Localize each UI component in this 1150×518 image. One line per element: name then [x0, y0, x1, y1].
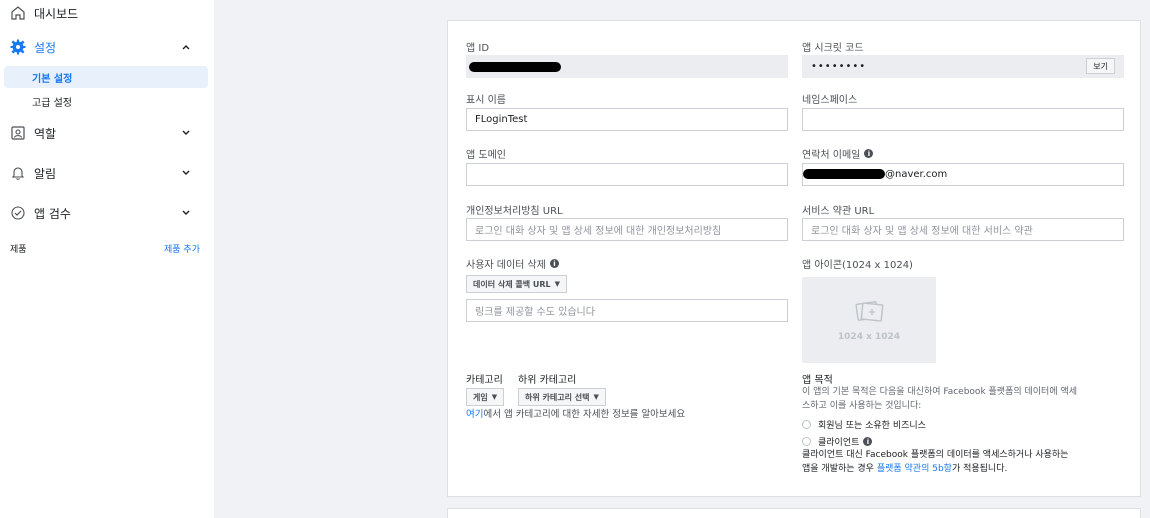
app-secret-field[interactable]: •••••••• 보기 — [802, 55, 1124, 78]
user-badge-icon — [8, 123, 28, 143]
sidebar-item-settings[interactable]: 설정 — [0, 36, 214, 58]
redacted-mask — [803, 169, 885, 179]
check-shield-icon — [8, 203, 28, 223]
app-icon-label: 앱 아이콘(1024 x 1024) — [802, 260, 913, 271]
products-label: 제품 — [10, 245, 27, 255]
image-upload-icon — [855, 301, 884, 322]
caret-down-icon: ▼ — [554, 280, 561, 288]
privacy-url-input[interactable]: 로그인 대화 상자 및 앱 상세 정보에 대한 개인정보처리방침 — [466, 218, 788, 241]
sidebar-item-advanced-settings[interactable]: 고급 설정 — [4, 90, 208, 112]
category-help-link[interactable]: 여기 — [466, 409, 483, 420]
subcategory-label: 하위 카테고리 — [518, 375, 577, 386]
chevron-down-icon — [180, 167, 192, 179]
app-domain-label: 앱 도메인 — [466, 150, 506, 161]
chevron-down-icon — [180, 207, 192, 219]
app-icon-upload[interactable]: 1024 x 1024 — [802, 277, 936, 363]
purpose-option-clients[interactable]: 클라이언트 i — [802, 435, 873, 448]
sidebar-item-basic-settings[interactable]: 기본 설정 — [4, 66, 208, 88]
tos-url-label: 서비스 약관 URL — [802, 206, 875, 217]
info-icon[interactable]: i — [549, 259, 559, 268]
caret-down-icon: ▼ — [491, 393, 498, 401]
app-id-label: 앱 ID — [466, 43, 490, 54]
platform-terms-link[interactable]: 플랫폼 약관의 5b항 — [877, 464, 952, 474]
chevron-up-icon — [180, 41, 192, 53]
info-icon[interactable]: i — [864, 149, 874, 158]
sidebar-item-dashboard[interactable]: 대시보드 — [0, 2, 214, 24]
category-label: 카테고리 — [466, 375, 503, 386]
redacted-mask — [469, 62, 561, 72]
home-icon — [8, 3, 28, 23]
data-deletion-label: 사용자 데이터 삭제 i — [466, 256, 559, 271]
app-purpose-label: 앱 목적 — [802, 375, 833, 386]
radio-button[interactable] — [802, 437, 811, 446]
display-name-label: 표시 이름 — [466, 95, 506, 106]
namespace-input[interactable] — [802, 108, 1124, 131]
sidebar-item-roles[interactable]: 역할 — [0, 122, 214, 144]
client-note: 클라이언트 대신 Facebook 플랫폼의 데이터를 액세스하거나 사용하는 … — [802, 450, 1069, 474]
app-domain-input[interactable] — [466, 163, 788, 186]
caret-down-icon: ▼ — [593, 393, 599, 401]
bell-icon — [8, 163, 28, 183]
category-help-text: 여기에서 앱 카테고리에 대한 자세한 정보를 알아보세요 — [466, 409, 686, 420]
category-dropdown[interactable]: 게임 ▼ — [466, 388, 505, 406]
contact-email-input[interactable]: @naver.com — [802, 163, 1124, 186]
tos-url-input[interactable]: 로그인 대화 상자 및 앱 상세 정보에 대한 서비스 약관 — [802, 218, 1124, 241]
show-secret-button[interactable]: 보기 — [1086, 58, 1115, 74]
redacted-mask-wrapper — [803, 164, 885, 185]
data-deletion-type-dropdown[interactable]: 데이터 삭제 콜백 URL ▼ — [466, 275, 568, 293]
products-header: 제품 제품 추가 — [10, 242, 200, 255]
namespace-label: 네임스페이스 — [802, 95, 858, 106]
contact-email-label: 연락처 이메일 i — [802, 146, 874, 161]
sidebar-item-alerts[interactable]: 알림 — [0, 162, 214, 184]
app-secret-label: 앱 시크릿 코드 — [802, 43, 864, 54]
gear-icon — [8, 37, 28, 57]
basic-settings-card: 앱 ID 앱 시크릿 코드 •••••••• 보기 표시 이름 FLoginTe… — [447, 20, 1141, 497]
data-deletion-url-input[interactable]: 링크를 제공할 수도 있습니다 — [466, 299, 788, 322]
app-purpose-description: 이 앱의 기본 목적은 다음을 대신하여 Facebook 플랫폼의 데이터에 … — [802, 387, 1078, 411]
purpose-option-own-business[interactable]: 회원님 또는 소유한 비즈니스 — [802, 418, 926, 431]
subcategory-dropdown[interactable]: 하위 카테고리 선택 ▼ — [518, 388, 606, 406]
info-icon[interactable]: i — [863, 437, 873, 446]
radio-button[interactable] — [802, 420, 811, 429]
chevron-down-icon — [180, 127, 192, 139]
display-name-input[interactable]: FLoginTest — [466, 108, 788, 131]
sidebar-item-app-review[interactable]: 앱 검수 — [0, 202, 214, 224]
sidebar: 대시보드 설정 기본 설정 고급 설정 역할 알림 앱 검수 제품 제품 추가 — [0, 0, 214, 518]
add-product-link[interactable]: 제품 추가 — [164, 242, 200, 255]
privacy-url-label: 개인정보처리방침 URL — [466, 206, 563, 217]
app-id-field[interactable] — [466, 55, 788, 78]
next-section-card — [447, 508, 1141, 518]
